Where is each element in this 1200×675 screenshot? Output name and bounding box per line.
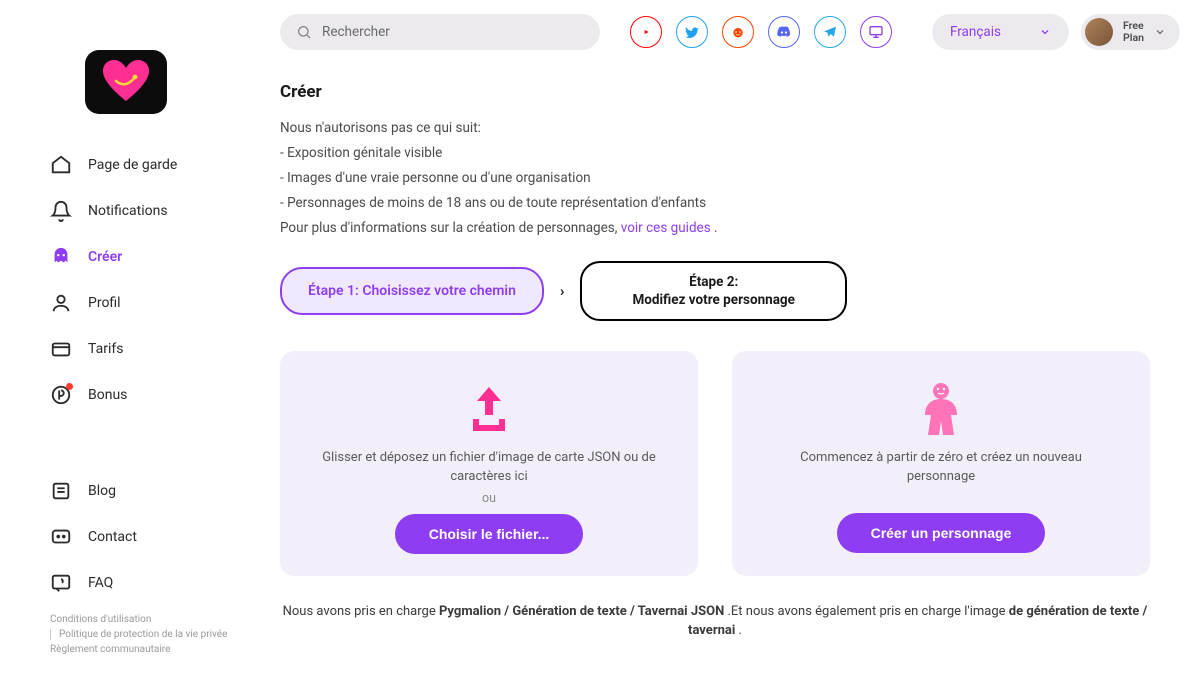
choose-file-button[interactable]: Choisir le fichier... [395, 514, 584, 554]
nav-label: FAQ [88, 575, 113, 591]
sidebar-item-pricing[interactable]: Tarifs [50, 328, 250, 370]
twitter-icon [684, 24, 700, 40]
nav-label: Notifications [88, 203, 168, 219]
chevron-down-icon [1039, 26, 1051, 38]
monitor-icon [868, 24, 884, 40]
chevron-down-icon [1154, 26, 1166, 38]
search-input[interactable]: Rechercher [280, 14, 600, 50]
nav-label: Contact [88, 529, 137, 545]
privacy-link[interactable]: Politique de protection de la vie privée [50, 629, 227, 640]
telegram-link[interactable] [814, 16, 846, 48]
guides-link[interactable]: voir ces guides [621, 220, 711, 236]
chevron-right-icon: › [556, 282, 569, 300]
nav-label: Créer [88, 249, 122, 265]
nav-label: Profil [88, 295, 121, 311]
nav-label: Blog [88, 483, 116, 499]
sidebar-item-create[interactable]: Créer [50, 236, 250, 278]
upload-text: Glisser et déposez un fichier d'image de… [320, 449, 658, 487]
main-area: Rechercher Français Free Plan Créer Nous… [250, 0, 1200, 675]
sidebar-item-bonus[interactable]: Bonus [50, 374, 250, 416]
upload-card[interactable]: Glisser et déposez un fichier d'image de… [280, 351, 698, 576]
bell-icon [50, 200, 72, 222]
step-1-tab[interactable]: Étape 1: Choisissez votre chemin [280, 267, 544, 315]
more-info: Pour plus d'informations sur la création… [280, 216, 1150, 241]
home-icon [50, 154, 72, 176]
stream-link[interactable] [860, 16, 892, 48]
supported-formats: Nous avons pris en charge Pygmalion / Gé… [280, 602, 1150, 641]
heart-icon [101, 59, 151, 104]
topbar: Rechercher Français Free Plan [250, 0, 1180, 64]
nav-label: Page de garde [88, 157, 177, 173]
upload-icon [459, 379, 519, 439]
twitter-link[interactable] [676, 16, 708, 48]
card-icon [50, 338, 72, 360]
content: Créer Nous n'autorisons pas ce qui suit:… [250, 64, 1180, 641]
youtube-link[interactable] [630, 16, 662, 48]
person-icon [911, 379, 971, 439]
sidebar-item-blog[interactable]: Blog [50, 470, 250, 512]
community-link[interactable]: Règlement communautaire [50, 644, 170, 655]
nav-label: Tarifs [88, 341, 123, 357]
create-card: Commencez à partir de zéro et créez un n… [732, 351, 1150, 576]
sidebar-item-notifications[interactable]: Notifications [50, 190, 250, 232]
sidebar-item-faq[interactable]: FAQ [50, 562, 250, 604]
ghost-icon [50, 246, 72, 268]
sidebar-item-home[interactable]: Page de garde [50, 144, 250, 186]
step-tabs: Étape 1: Choisissez votre chemin › Étape… [280, 261, 1150, 321]
terms-link[interactable]: Conditions d'utilisation [50, 614, 151, 625]
account-plan[interactable]: Free Plan [1081, 14, 1180, 50]
secondary-nav: Blog Contact FAQ [50, 470, 250, 604]
blog-icon [50, 480, 72, 502]
rules-intro: Nous n'autorisons pas ce qui suit: [280, 116, 1150, 141]
or-text: ou [482, 491, 496, 506]
rule-item: - Images d'une vraie personne ou d'une o… [280, 166, 1150, 191]
discord-link[interactable] [768, 16, 800, 48]
rules-block: Nous n'autorisons pas ce qui suit: - Exp… [280, 116, 1150, 241]
language-selector[interactable]: Français [932, 14, 1069, 50]
primary-nav: Page de garde Notifications Créer Profil… [50, 144, 250, 416]
nav-label: Bonus [88, 387, 127, 403]
social-links [630, 16, 892, 48]
profile-icon [50, 292, 72, 314]
plan-label: Free Plan [1123, 20, 1144, 43]
reddit-link[interactable] [722, 16, 754, 48]
reddit-icon [730, 24, 746, 40]
discord-icon [776, 24, 792, 40]
bonus-icon [50, 384, 72, 406]
choice-cards: Glisser et déposez un fichier d'image de… [280, 351, 1150, 576]
rule-item: - Exposition génitale visible [280, 141, 1150, 166]
sidebar-item-profile[interactable]: Profil [50, 282, 250, 324]
search-placeholder: Rechercher [322, 24, 390, 40]
sidebar: Page de garde Notifications Créer Profil… [0, 0, 250, 675]
youtube-icon [638, 24, 654, 40]
page-title: Créer [280, 82, 1150, 102]
sidebar-item-contact[interactable]: Contact [50, 516, 250, 558]
chat-icon [50, 526, 72, 548]
step-2-tab[interactable]: Étape 2: Modifiez votre personnage [580, 261, 847, 321]
search-icon [296, 24, 312, 40]
faq-icon [50, 572, 72, 594]
app-logo[interactable] [85, 50, 167, 114]
footer-links: Conditions d'utilisation Politique de pr… [50, 614, 250, 655]
telegram-icon [822, 24, 838, 40]
language-label: Français [950, 24, 1001, 40]
create-character-button[interactable]: Créer un personnage [837, 513, 1046, 553]
avatar [1085, 18, 1113, 46]
rule-item: - Personnages de moins de 18 ans ou de t… [280, 191, 1150, 216]
create-text: Commencez à partir de zéro et créez un n… [772, 449, 1110, 487]
